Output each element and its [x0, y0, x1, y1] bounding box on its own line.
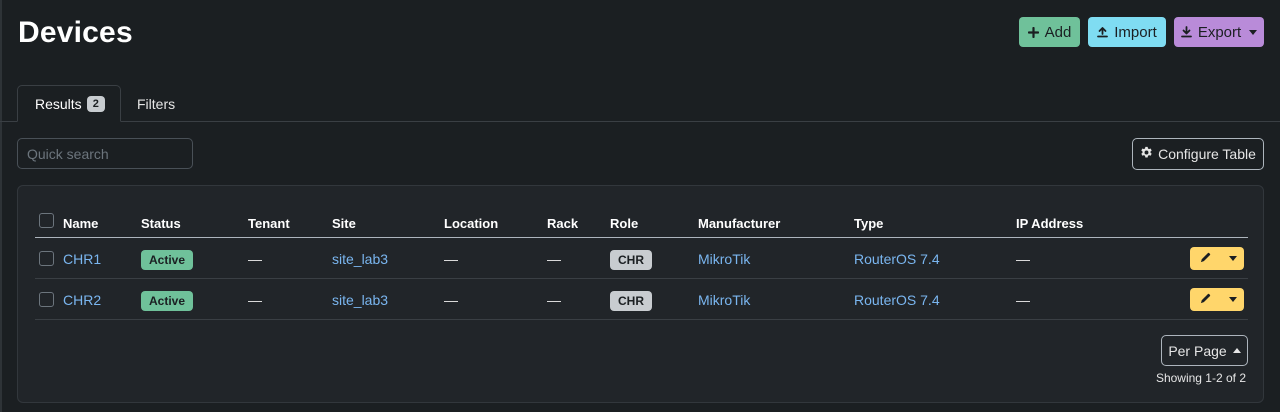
download-icon — [1180, 26, 1192, 38]
tab-filters-label: Filters — [137, 95, 176, 112]
site-link[interactable]: site_lab3 — [332, 251, 388, 267]
chevron-down-icon — [1229, 297, 1237, 302]
location-cell: — — [444, 250, 458, 267]
export-button[interactable]: Export — [1174, 17, 1264, 47]
import-button-label: Import — [1114, 23, 1157, 41]
import-button[interactable]: Import — [1088, 17, 1166, 47]
rack-cell: — — [547, 250, 561, 267]
role-badge: CHR — [610, 249, 652, 270]
column-header-location[interactable]: Location — [444, 216, 498, 231]
site-link[interactable]: site_lab3 — [332, 292, 388, 308]
tenant-cell: — — [248, 250, 262, 267]
results-count-badge: 2 — [86, 95, 105, 112]
add-button-label: Add — [1044, 23, 1072, 41]
column-header-tenant[interactable]: Tenant — [248, 216, 290, 231]
per-page-label: Per Page — [1168, 342, 1227, 359]
configure-table-button[interactable]: Configure Table — [1132, 138, 1264, 170]
edit-button[interactable] — [1190, 288, 1220, 311]
upload-icon — [1097, 26, 1109, 38]
pencil-icon — [1200, 291, 1211, 309]
per-page-dropdown[interactable]: Per Page — [1161, 335, 1248, 366]
ip-address-cell: — — [1016, 250, 1030, 267]
status-badge: Active — [141, 249, 194, 270]
add-button[interactable]: Add — [1019, 17, 1080, 47]
quick-search-input[interactable] — [17, 138, 193, 169]
tabs-divider — [0, 121, 1280, 122]
row-actions-dropdown[interactable] — [1220, 247, 1244, 270]
select-all-checkbox[interactable] — [39, 213, 54, 228]
pencil-icon — [1200, 250, 1211, 268]
left-border — [0, 0, 2, 412]
results-card: Name Status Tenant Site Location Rack Ro… — [17, 185, 1264, 403]
column-header-type[interactable]: Type — [854, 216, 883, 231]
column-header-status[interactable]: Status — [141, 216, 181, 231]
chevron-down-icon — [1229, 256, 1237, 261]
column-header-site[interactable]: Site — [332, 216, 356, 231]
device-type-link[interactable]: RouterOS 7.4 — [854, 292, 940, 308]
row-checkbox[interactable] — [39, 251, 54, 266]
tab-results-label: Results — [35, 95, 82, 112]
manufacturer-link[interactable]: MikroTik — [698, 292, 750, 308]
page-title: Devices — [18, 16, 133, 49]
export-button-label: Export — [1197, 23, 1242, 41]
column-header-ip-address[interactable]: IP Address — [1016, 216, 1083, 231]
tenant-cell: — — [248, 291, 262, 308]
tab-filters[interactable]: Filters — [137, 85, 175, 122]
edit-button[interactable] — [1190, 247, 1220, 270]
device-type-link[interactable]: RouterOS 7.4 — [854, 251, 940, 267]
column-header-name[interactable]: Name — [63, 216, 98, 231]
table-row: CHR2 Active — site_lab3 — — CHR MikroTik… — [18, 279, 1263, 320]
device-name-link[interactable]: CHR2 — [63, 292, 101, 308]
pagination-summary: Showing 1-2 of 2 — [1155, 371, 1246, 385]
status-badge: Active — [141, 290, 194, 311]
plus-icon — [1027, 26, 1039, 38]
column-header-manufacturer[interactable]: Manufacturer — [698, 216, 780, 231]
row-actions — [1190, 247, 1244, 270]
tab-results[interactable]: Results 2 — [17, 85, 121, 122]
gear-icon — [1140, 146, 1153, 162]
manufacturer-link[interactable]: MikroTik — [698, 251, 750, 267]
chevron-down-icon — [1249, 29, 1258, 35]
column-header-role[interactable]: Role — [610, 216, 638, 231]
location-cell: — — [444, 291, 458, 308]
chevron-up-icon — [1232, 348, 1241, 353]
row-divider — [35, 319, 1248, 320]
table-row: CHR1 Active — site_lab3 — — CHR MikroTik… — [18, 238, 1263, 279]
column-header-rack[interactable]: Rack — [547, 216, 578, 231]
role-badge: CHR — [610, 290, 652, 311]
row-actions — [1190, 288, 1244, 311]
configure-table-label: Configure Table — [1158, 146, 1256, 162]
device-name-link[interactable]: CHR1 — [63, 251, 101, 267]
row-actions-dropdown[interactable] — [1220, 288, 1244, 311]
rack-cell: — — [547, 291, 561, 308]
ip-address-cell: — — [1016, 291, 1030, 308]
row-checkbox[interactable] — [39, 292, 54, 307]
